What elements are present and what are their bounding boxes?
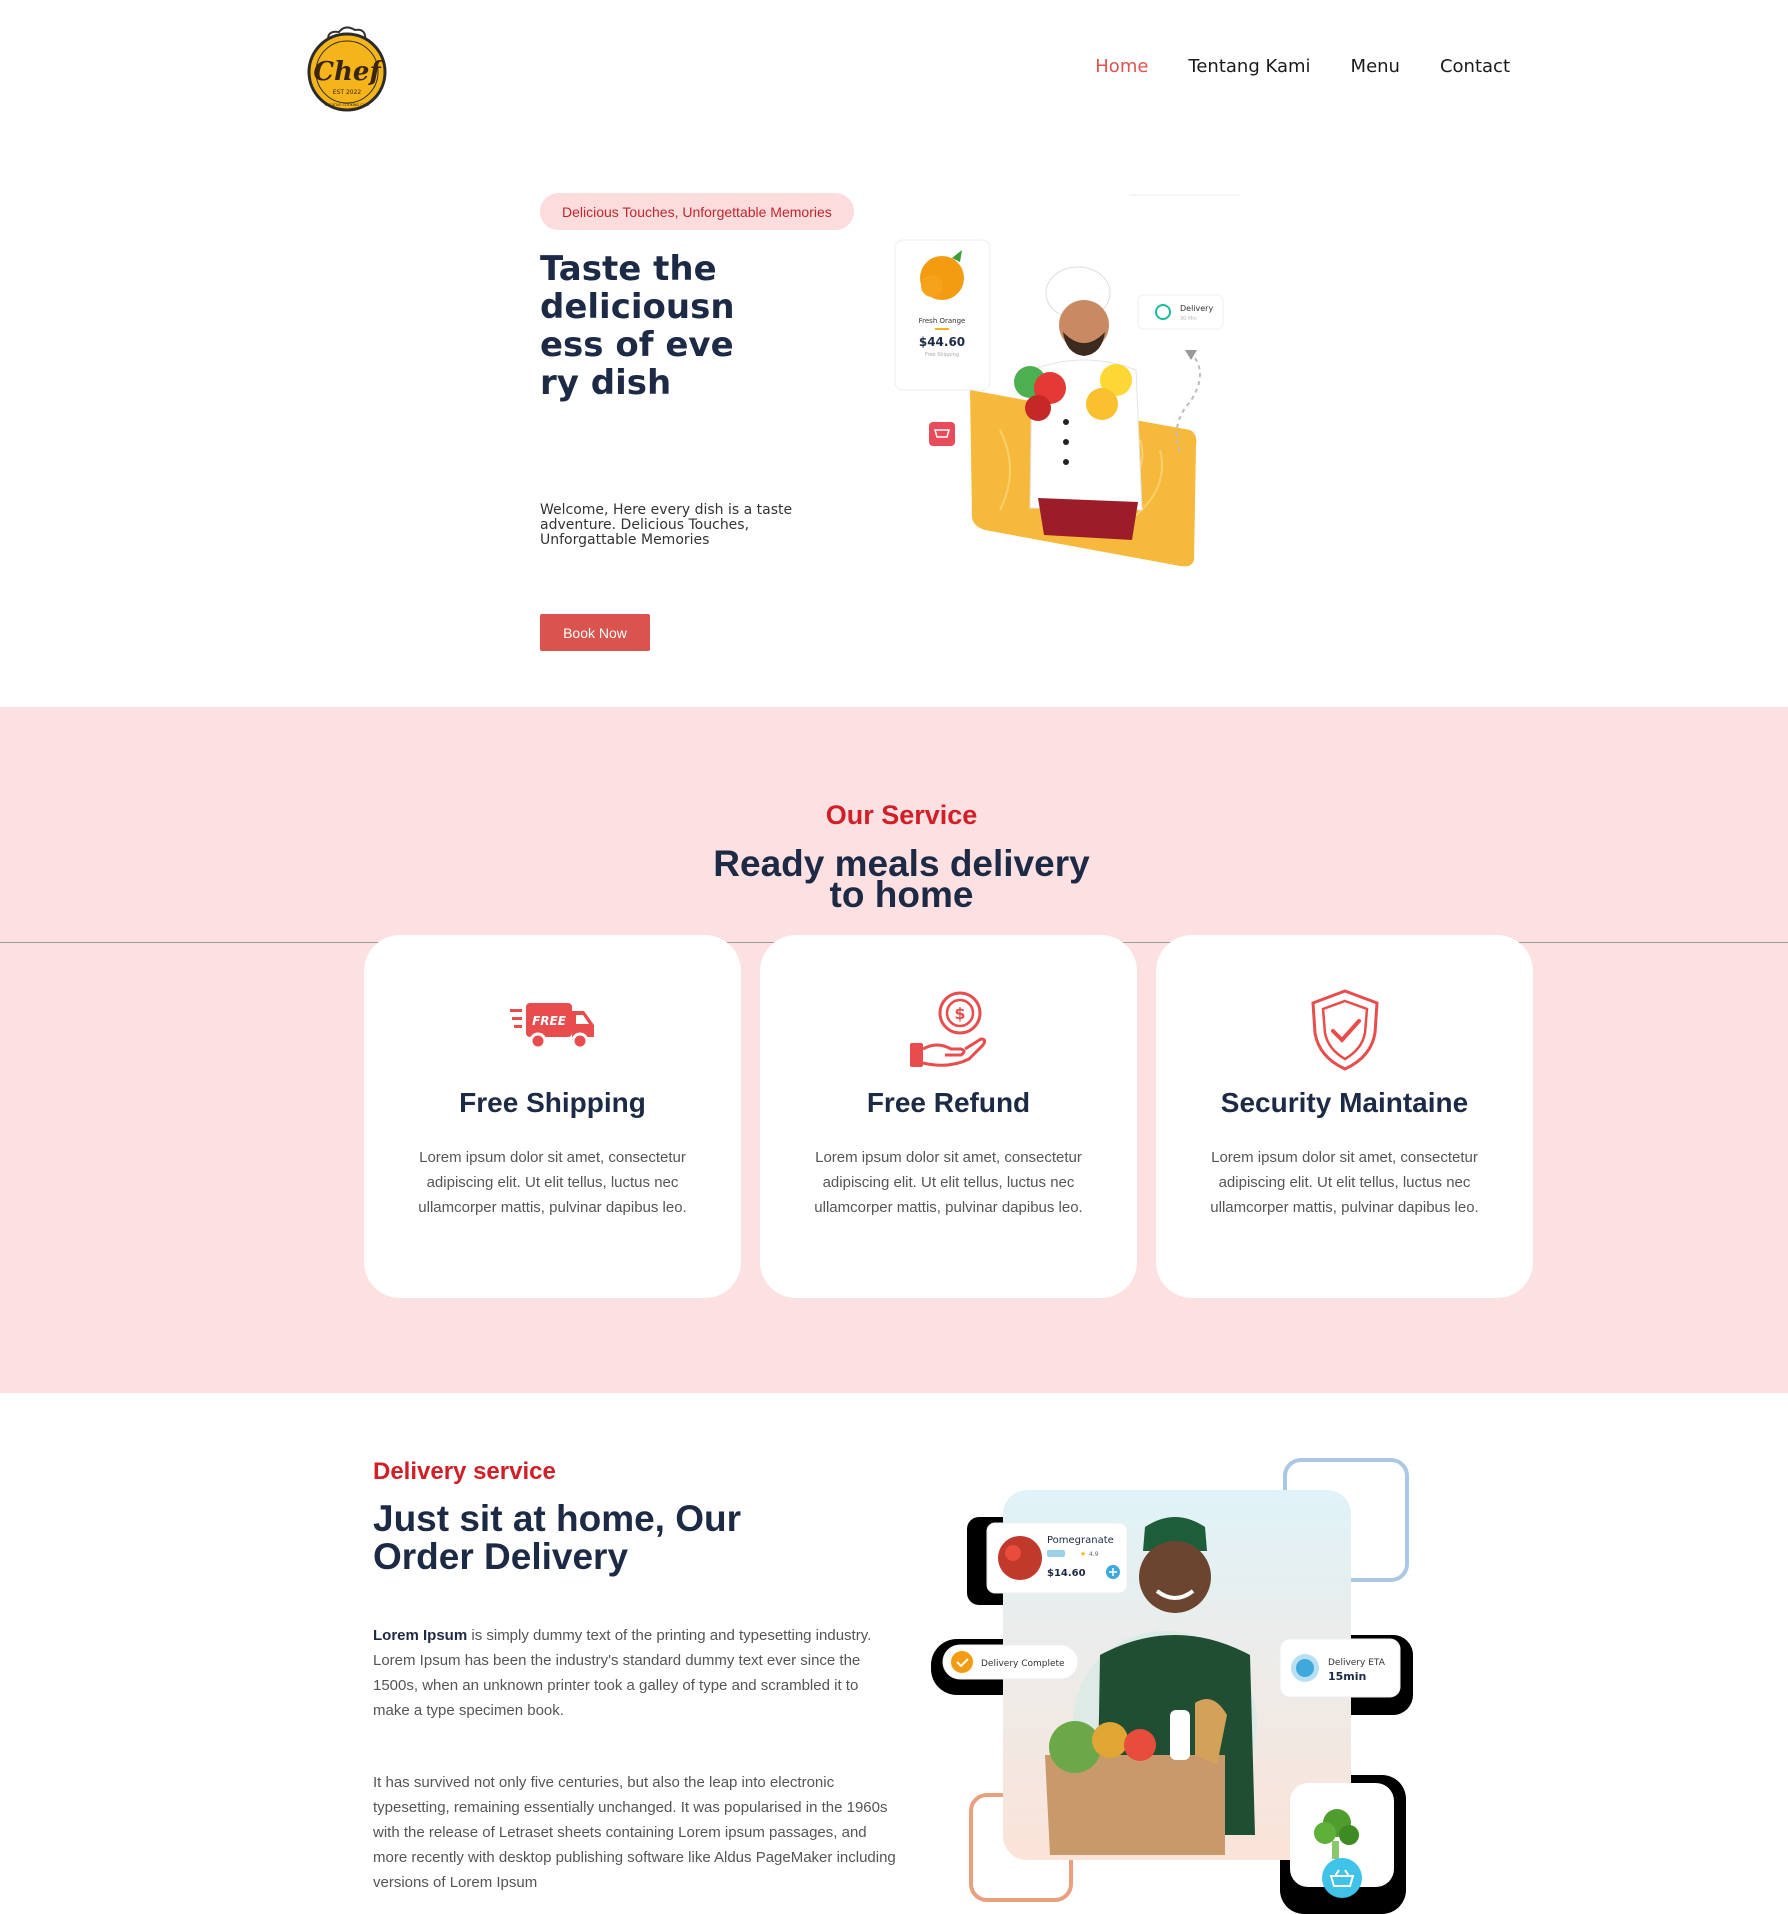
card-text: Lorem ipsum dolor sit amet, consectetur …	[1210, 1149, 1479, 1216]
delivery-paragraph-1: Lorem Ipsum is simply dummy text of the …	[373, 1623, 893, 1723]
delivery-paragraph-2: It has survived not only five centuries,…	[373, 1774, 896, 1891]
svg-text:Delivery: Delivery	[1180, 304, 1213, 313]
svg-text:$14.60: $14.60	[1047, 1568, 1086, 1579]
svg-text:$: $	[954, 1004, 965, 1023]
nav-menu[interactable]: Menu	[1351, 56, 1400, 77]
service-title-line-2: to home	[829, 874, 974, 915]
svg-text:EST 2022: EST 2022	[333, 89, 362, 96]
service-card-free-refund: $ Free Refund Lorem ipsum dolor sit amet…	[760, 935, 1137, 1298]
delivery-title: Just sit at home, Our Order Delivery	[373, 1498, 742, 1577]
svg-text:Delivery Complete: Delivery Complete	[981, 1659, 1065, 1669]
nav-home[interactable]: Home	[1095, 56, 1148, 77]
svg-text:30 Min: 30 Min	[1180, 316, 1197, 322]
nav-tentang-kami[interactable]: Tentang Kami	[1188, 56, 1310, 77]
card-title: Free Refund	[866, 1087, 1031, 1118]
svg-text:Fresh Orange: Fresh Orange	[919, 317, 966, 325]
svg-text:15min: 15min	[1328, 1670, 1366, 1683]
service-card-security: Security Maintaine Lorem ipsum dolor sit…	[1156, 935, 1533, 1298]
svg-text:Pomegranate: Pomegranate	[1047, 1535, 1114, 1546]
card-title: Free Shipping	[459, 1087, 646, 1118]
service-card-free-shipping: FREE Free Shipping Lorem ipsum dolor sit…	[364, 935, 741, 1298]
service-eyebrow: Our Service	[825, 800, 978, 830]
book-now-button[interactable]: Book Now	[540, 614, 650, 651]
svg-text:★: ★	[1080, 1550, 1086, 1558]
delivery-eyebrow: Delivery service	[373, 1458, 556, 1485]
svg-text:Chef: Chef	[313, 57, 384, 87]
card-text: Lorem ipsum dolor sit amet, consectetur …	[814, 1149, 1083, 1216]
basket-icon	[1322, 1858, 1362, 1898]
card-title: Security Maintaine	[1220, 1087, 1469, 1118]
svg-text:$44.60: $44.60	[919, 335, 965, 349]
svg-text:CREATIVE COOKING CAFE: CREATIVE COOKING CAFE	[325, 103, 370, 107]
svg-text:4.9: 4.9	[1089, 1551, 1099, 1558]
hero-chef-illustration: Fresh Orange $44.60 Free Shipping Delive…	[894, 194, 1240, 567]
chef-logo[interactable]: Chef EST 2022 CREATIVE COOKING CAFE	[305, 24, 389, 112]
nav-contact[interactable]: Contact	[1440, 56, 1510, 77]
svg-text:Delivery ETA: Delivery ETA	[1328, 1658, 1386, 1668]
svg-text:Free Shipping: Free Shipping	[925, 352, 959, 358]
main-nav: Home Tentang Kami Menu Contact	[1095, 56, 1510, 77]
hero-subtitle: Welcome, Here every dish is a taste adve…	[540, 502, 793, 548]
hero-title: Taste the deliciousness of every dish	[540, 249, 735, 403]
free-shipping-truck-icon: FREE	[509, 1003, 594, 1050]
cart-icon	[929, 422, 955, 446]
svg-text:FREE: FREE	[532, 1014, 567, 1028]
check-circle-icon	[951, 1651, 973, 1673]
shield-check-icon	[1310, 989, 1379, 1071]
delivery-paragraph-1-bold: Lorem Ipsum	[373, 1627, 468, 1644]
card-text: Lorem ipsum dolor sit amet, consectetur …	[418, 1149, 687, 1216]
delivery-man-illustration: Pomegranate ★ 4.9 $14.60 Delivery Comple…	[931, 1458, 1413, 1914]
refund-hand-coin-icon: $	[909, 991, 986, 1067]
hero-badge: Delicious Touches, Unforgettable Memorie…	[540, 193, 854, 230]
service-title: Ready meals delivery to home	[0, 845, 1788, 913]
